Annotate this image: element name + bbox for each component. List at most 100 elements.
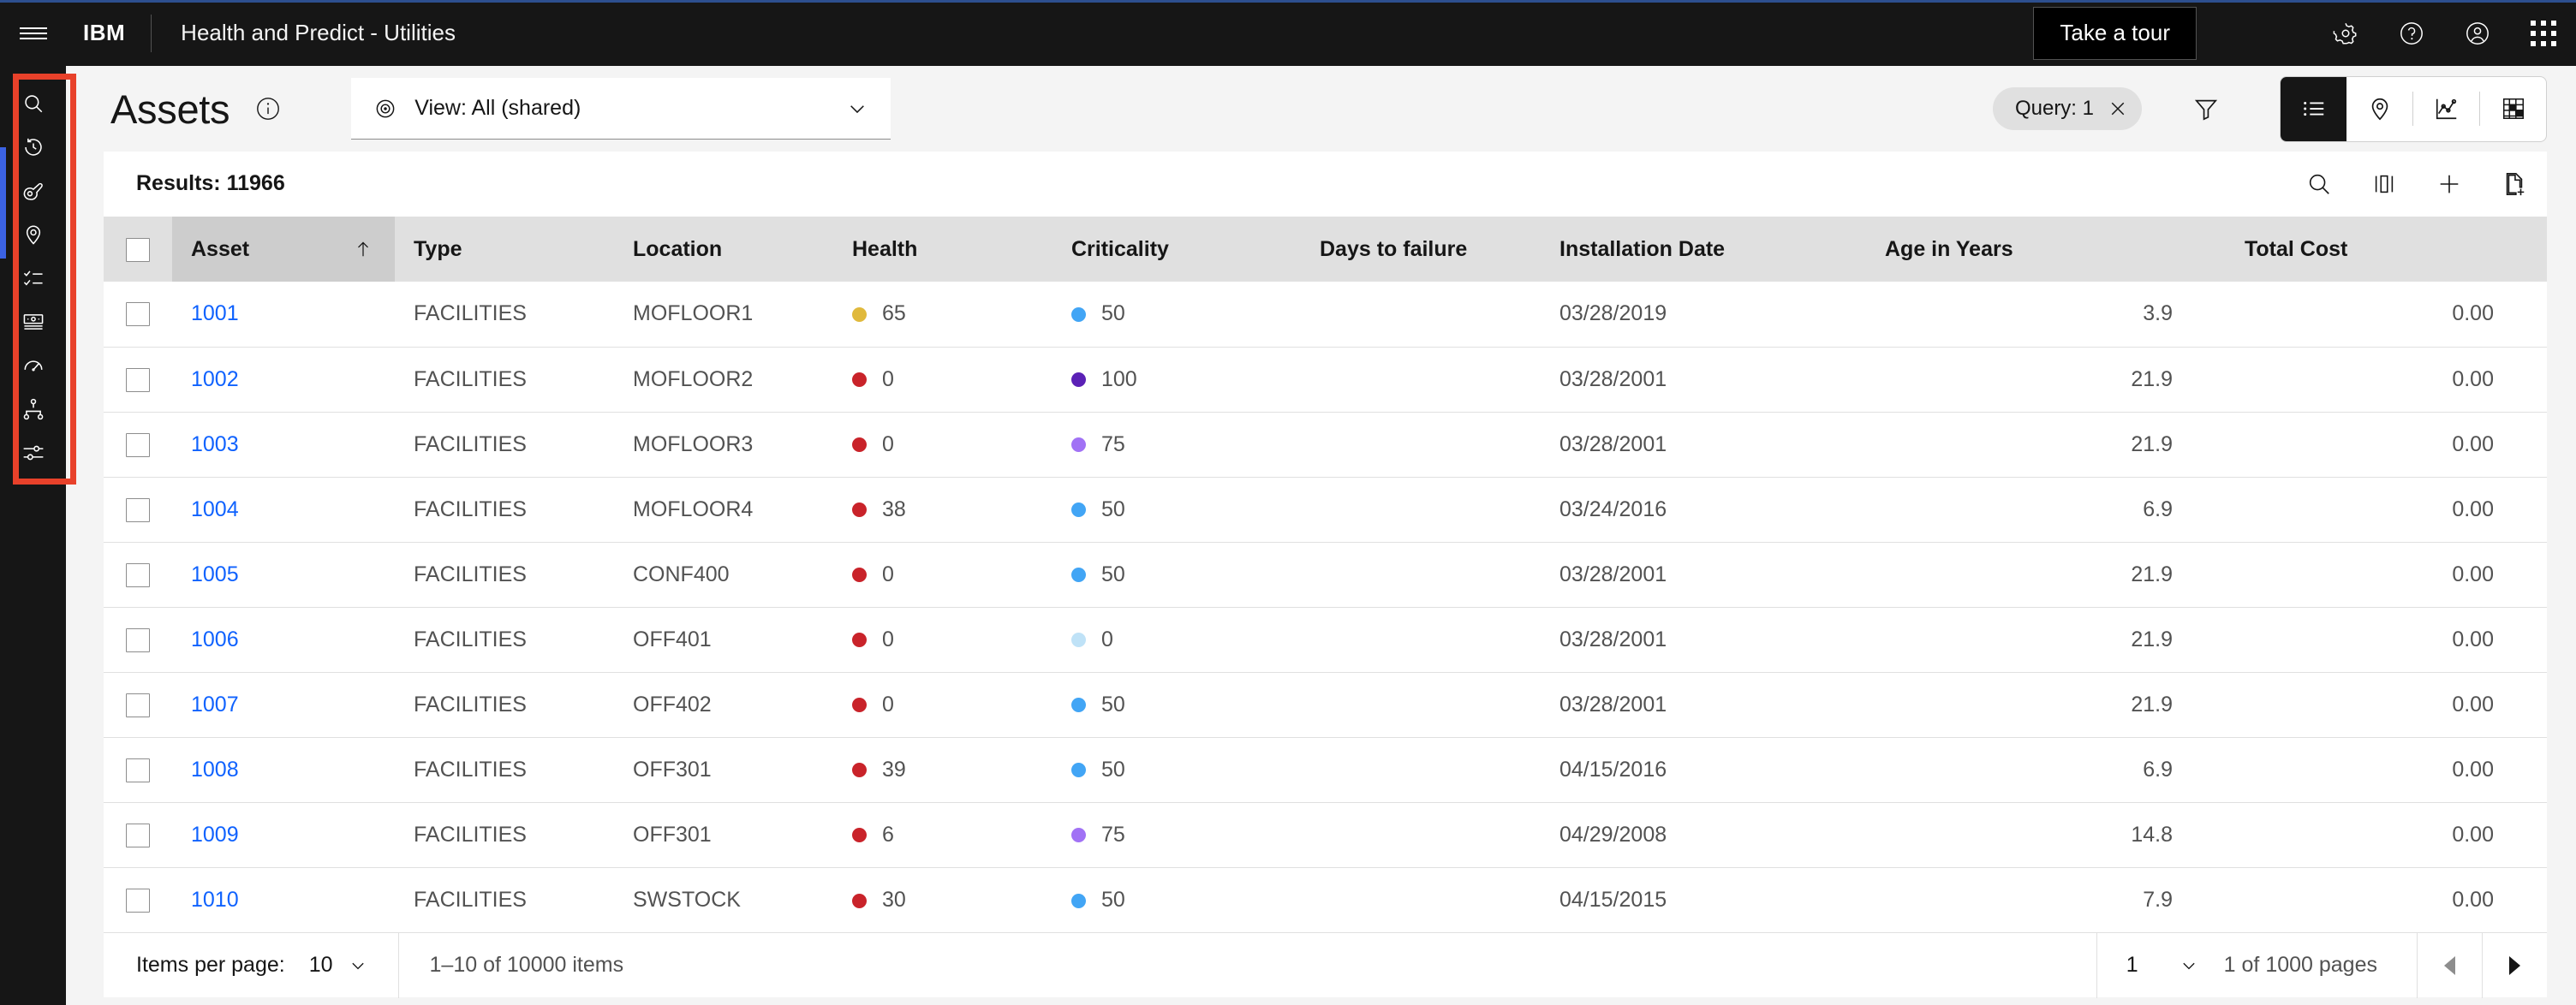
asset-link[interactable]: 1005 — [191, 562, 239, 586]
cell-asset: 1001 — [172, 282, 395, 348]
pagination-right: 1 1 of 1000 pages — [2096, 932, 2547, 998]
cell-type: FACILITIES — [395, 282, 614, 348]
close-icon[interactable] — [2108, 98, 2128, 119]
column-header-criticality[interactable]: Criticality — [1052, 217, 1301, 282]
cell-health: 65 — [833, 282, 1052, 348]
asset-link[interactable]: 1002 — [191, 367, 239, 391]
assets-table: Asset Type Location Health Criticality D… — [104, 217, 2547, 932]
search-button[interactable] — [2287, 152, 2352, 217]
app-switcher-icon[interactable] — [2510, 0, 2576, 66]
asset-link[interactable]: 1010 — [191, 888, 239, 912]
map-view-button[interactable] — [2346, 77, 2412, 141]
column-header-days-to-failure[interactable]: Days to failure — [1301, 217, 1541, 282]
column-header-health[interactable]: Health — [833, 217, 1052, 282]
help-icon[interactable] — [2378, 0, 2444, 66]
take-a-tour-button[interactable]: Take a tour — [2033, 6, 2197, 60]
column-header-type[interactable]: Type — [395, 217, 614, 282]
row-checkbox[interactable] — [126, 693, 150, 717]
cell-location: CONF400 — [614, 542, 833, 608]
column-header-installation-date[interactable]: Installation Date — [1541, 217, 1866, 282]
chart-view-button[interactable] — [2413, 77, 2479, 141]
asset-link[interactable]: 1004 — [191, 497, 239, 521]
sidebar-item-checklist[interactable] — [0, 256, 66, 300]
criticality-value: 50 — [1101, 497, 1125, 521]
list-view-button[interactable] — [2281, 76, 2346, 141]
table-row[interactable]: 1004 FACILITIES MOFLOOR4 38 50 03/24/2016 6.9 0… — [104, 477, 2547, 543]
table-row[interactable]: 1003 FACILITIES MOFLOOR3 0 75 03/28/2001 21.9 0… — [104, 412, 2547, 478]
health-status-dot — [852, 568, 867, 583]
previous-page-button[interactable] — [2417, 932, 2482, 998]
criticality-status-dot — [1071, 828, 1086, 843]
user-avatar-icon[interactable] — [2444, 0, 2510, 66]
row-checkbox[interactable] — [126, 758, 150, 782]
row-checkbox[interactable] — [126, 823, 150, 847]
row-checkbox[interactable] — [126, 367, 150, 392]
cell-days-to-failure — [1301, 607, 1541, 673]
add-button[interactable] — [2417, 152, 2482, 217]
cell-location: MOFLOOR3 — [614, 412, 833, 478]
cell-location: OFF301 — [614, 737, 833, 803]
table-row[interactable]: 1010 FACILITIES SWSTOCK 30 50 04/15/2015 7.9 0.… — [104, 867, 2547, 932]
row-checkbox[interactable] — [126, 432, 150, 457]
row-checkbox[interactable] — [126, 497, 150, 522]
cell-total-cost: 0.00 — [2226, 282, 2547, 348]
column-header-asset[interactable]: Asset — [172, 217, 395, 282]
cell-health: 0 — [833, 542, 1052, 608]
asset-link[interactable]: 1008 — [191, 758, 239, 782]
page-number-select[interactable]: 1 — [2097, 953, 2224, 978]
sidebar-item-hierarchy[interactable] — [0, 387, 66, 431]
items-per-page-select[interactable]: 10 — [309, 953, 367, 978]
cell-installation-date: 03/28/2019 — [1541, 282, 1866, 348]
table-row[interactable]: 1001 FACILITIES MOFLOOR1 65 50 03/28/2019 3.9 0… — [104, 282, 2547, 348]
table-row[interactable]: 1008 FACILITIES OFF301 39 50 04/15/2016 6.9 0.0… — [104, 737, 2547, 803]
filter-icon[interactable] — [2173, 76, 2239, 142]
sidebar-item-location[interactable] — [0, 212, 66, 256]
gear-icon[interactable] — [2312, 0, 2378, 66]
info-icon[interactable] — [255, 96, 281, 122]
cell-type: FACILITIES — [395, 477, 614, 543]
sidebar-item-history[interactable] — [0, 125, 66, 169]
asset-link[interactable]: 1007 — [191, 693, 239, 717]
column-header-location[interactable]: Location — [614, 217, 833, 282]
row-checkbox[interactable] — [126, 302, 150, 327]
table-row[interactable]: 1005 FACILITIES CONF400 0 50 03/28/2001 21.9 0.… — [104, 542, 2547, 608]
sidebar-item-gauge[interactable] — [0, 343, 66, 387]
grid-view-button[interactable] — [2480, 77, 2546, 141]
query-tag[interactable]: Query: 1 — [1992, 87, 2142, 130]
column-header-total-cost[interactable]: Total Cost — [2226, 217, 2547, 282]
row-checkbox[interactable] — [126, 627, 150, 652]
health-value: 38 — [882, 497, 906, 521]
page-title: Assets — [110, 86, 230, 132]
sidebar-item-asset[interactable] — [0, 169, 66, 212]
new-document-button[interactable] — [2482, 152, 2547, 217]
view-selector[interactable]: View: All (shared) — [351, 78, 891, 140]
asset-link[interactable]: 1001 — [191, 301, 239, 325]
asset-link[interactable]: 1009 — [191, 823, 239, 847]
table-row[interactable]: 1006 FACILITIES OFF401 0 0 03/28/2001 21.9 0.00 — [104, 607, 2547, 673]
sidebar-item-sliders[interactable] — [0, 431, 66, 474]
cell-health: 38 — [833, 477, 1052, 543]
row-checkbox[interactable] — [126, 888, 150, 913]
sidebar-item-meter[interactable] — [0, 300, 66, 343]
asset-link[interactable]: 1006 — [191, 627, 239, 651]
table-row[interactable]: 1002 FACILITIES MOFLOOR2 0 100 03/28/2001 21.9… — [104, 347, 2547, 413]
criticality-value: 100 — [1101, 366, 1137, 391]
sidebar-item-search[interactable] — [0, 81, 66, 125]
table-row[interactable]: 1007 FACILITIES OFF402 0 50 03/28/2001 21.9 0.0… — [104, 672, 2547, 738]
hamburger-menu-icon[interactable] — [0, 0, 66, 66]
criticality-value: 50 — [1101, 562, 1125, 586]
row-checkbox[interactable] — [126, 562, 150, 587]
column-header-total-cost-label: Total Cost — [2245, 236, 2348, 261]
criticality-value: 75 — [1101, 431, 1125, 456]
table-row[interactable]: 1009 FACILITIES OFF301 6 75 04/29/2008 14.8 0.0… — [104, 802, 2547, 868]
column-settings-button[interactable] — [2352, 152, 2417, 217]
asset-link[interactable]: 1003 — [191, 432, 239, 456]
health-status-dot — [852, 633, 867, 648]
column-header-age-in-years[interactable]: Age in Years — [1866, 217, 2226, 282]
main-content: Assets View: All (shared) Query: 1 Resul… — [66, 66, 2576, 1005]
cell-total-cost: 0.00 — [2226, 412, 2547, 478]
select-all-checkbox[interactable] — [126, 237, 150, 262]
cell-type: FACILITIES — [414, 887, 527, 912]
cell-days-to-failure — [1301, 672, 1541, 738]
next-page-button[interactable] — [2482, 932, 2547, 998]
